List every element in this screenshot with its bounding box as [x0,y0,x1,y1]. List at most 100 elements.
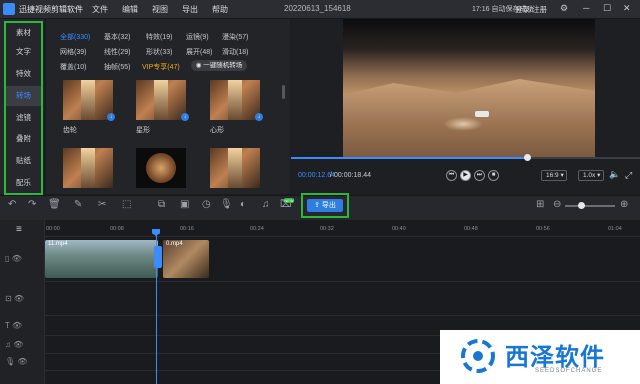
delete-icon[interactable]: 🗑 [48,199,61,210]
text-track-icon: T 👁 [5,321,23,330]
zoom-knob[interactable] [578,202,585,209]
ruler-tick: 00:32 [320,226,334,232]
category-vip[interactable]: VIP专享(47) [142,62,180,72]
undo-icon[interactable]: ↶ [8,199,16,210]
ruler-tick: 00:16 [180,226,194,232]
panel-scrollbar[interactable] [282,85,285,99]
menu-help[interactable]: 帮助 [212,4,228,15]
transition-label: 心形 [210,127,224,134]
ruler-tick: 00:56 [536,226,550,232]
video-preview [343,19,595,158]
zoom-in-icon[interactable]: ⊕ [620,199,628,210]
transition-thumb[interactable] [210,148,260,188]
menu-view[interactable]: 视图 [152,4,168,15]
track-divider [44,315,640,316]
prev-frame-icon[interactable]: ⏮ [446,170,457,181]
transition-thumb-star[interactable] [136,80,186,120]
app-title: 迅捷视频剪辑软件 [19,5,83,14]
ruler-tick: 00:40 [392,226,406,232]
minimize-icon[interactable]: ─ [583,3,589,13]
settings-icon[interactable]: ⚙ [560,3,568,14]
fit-timeline-icon[interactable]: ⊞ [536,199,544,210]
transition-thumb-heart[interactable] [210,80,260,120]
transition-thumb[interactable] [63,148,113,188]
transition-label: 齿轮 [63,127,77,134]
random-transition-label: 一键随机转场 [203,62,243,69]
ruler-tick: 00:00 [46,226,60,232]
aspect-select[interactable]: 16:9 ▾ [541,170,567,181]
speed-select[interactable]: 1.0x ▾ [578,170,604,181]
video-clip[interactable]: 0.mp4 [163,240,209,278]
next-frame-icon[interactable]: ⏭ [474,170,485,181]
playhead[interactable] [156,232,157,384]
category-cover[interactable]: 覆盖(10) [60,62,86,72]
menu-file[interactable]: 文件 [92,4,108,15]
app-logo-icon [3,3,15,15]
category-effects[interactable]: 特效(19) [146,32,172,42]
transition-thumb[interactable] [136,148,186,188]
download-icon[interactable]: ↓ [255,113,263,121]
mirror-icon[interactable]: ⧉ [158,199,165,210]
edit-icon[interactable]: ✎ [74,199,82,210]
zoom-slider[interactable] [565,205,615,207]
stop-icon[interactable]: ■ [488,170,499,181]
category-camera[interactable]: 运镜(9) [186,32,209,42]
category-slide[interactable]: 滑动(18) [222,47,248,57]
export-highlight-box [301,193,349,218]
project-name: 20220613_154618 [284,4,351,13]
freeze-icon[interactable]: ▣ [180,199,189,210]
total-time: 00:00:18.44 [334,172,371,179]
car-image [475,111,489,117]
music-track-icon: ♫ 👁 [5,340,24,349]
transition-thumb-gear[interactable] [63,80,113,120]
track-divider [44,281,640,282]
ruler-tick: 01:04 [608,226,622,232]
redo-icon[interactable]: ↷ [28,199,36,210]
clip-label: 0.mp4 [166,241,183,247]
menu-edit[interactable]: 编辑 [122,4,138,15]
category-blend[interactable]: 漫染(57) [222,32,248,42]
watermark-logo-icon [461,339,495,373]
close-icon[interactable]: ✕ [623,3,631,14]
time-ruler[interactable] [44,224,640,237]
category-grid[interactable]: 网格(39) [60,47,86,57]
clip-label: 11.mp4 [48,241,68,247]
speed-value: 1.0x [583,172,596,179]
category-shape[interactable]: 形状(33) [146,47,172,57]
watermark-brand: 西泽软件 [505,344,605,371]
zoom-out-icon[interactable]: ⊖ [553,199,561,210]
fullscreen-icon[interactable]: ⤢ [625,170,632,181]
progress-knob[interactable] [524,154,531,161]
login-link[interactable]: 登录/注册 [515,4,547,15]
ruler-tick: 00:24 [250,226,264,232]
watermark-tagline: SEEDSOFCHANGE [535,368,603,374]
audio-icon[interactable]: ♫ [262,199,270,210]
random-transition-button[interactable]: ◉ 一键随机转场 [191,60,247,71]
voice-track-icon: 🎙 👁 [5,357,28,366]
microphone-icon[interactable]: 🎙 [220,199,233,210]
category-all[interactable]: 全部(330) [60,32,90,42]
download-icon[interactable]: ↓ [107,113,115,121]
menu-export[interactable]: 导出 [182,4,198,15]
add-track-icon[interactable]: ≡ [16,224,22,235]
color-icon[interactable]: ◐ [240,199,246,210]
maximize-icon[interactable]: ☐ [603,3,611,14]
category-basic[interactable]: 基本(32) [104,32,130,42]
category-frame[interactable]: 抽帧(55) [104,62,130,72]
time-separator: / [330,172,332,179]
ruler-tick: 00:48 [464,226,478,232]
category-linear[interactable]: 线性(29) [104,47,130,57]
transition-label: 星形 [136,127,150,134]
download-icon[interactable]: ↓ [181,113,189,121]
category-unfold[interactable]: 展开(48) [186,47,212,57]
aspect-value: 16:9 [546,172,559,179]
crop-icon[interactable]: ⬚ [122,199,131,210]
volume-icon[interactable]: 🔈 [609,169,620,180]
ruler-tick: 00:08 [110,226,124,232]
play-icon[interactable]: ▶ [460,170,471,181]
new-badge: NEW [284,198,294,203]
video-clip[interactable]: 11.mp4 [45,240,158,278]
split-icon[interactable]: ✂ [98,199,106,210]
progress-fill [291,157,527,159]
speed-icon[interactable]: ◷ [202,199,211,210]
